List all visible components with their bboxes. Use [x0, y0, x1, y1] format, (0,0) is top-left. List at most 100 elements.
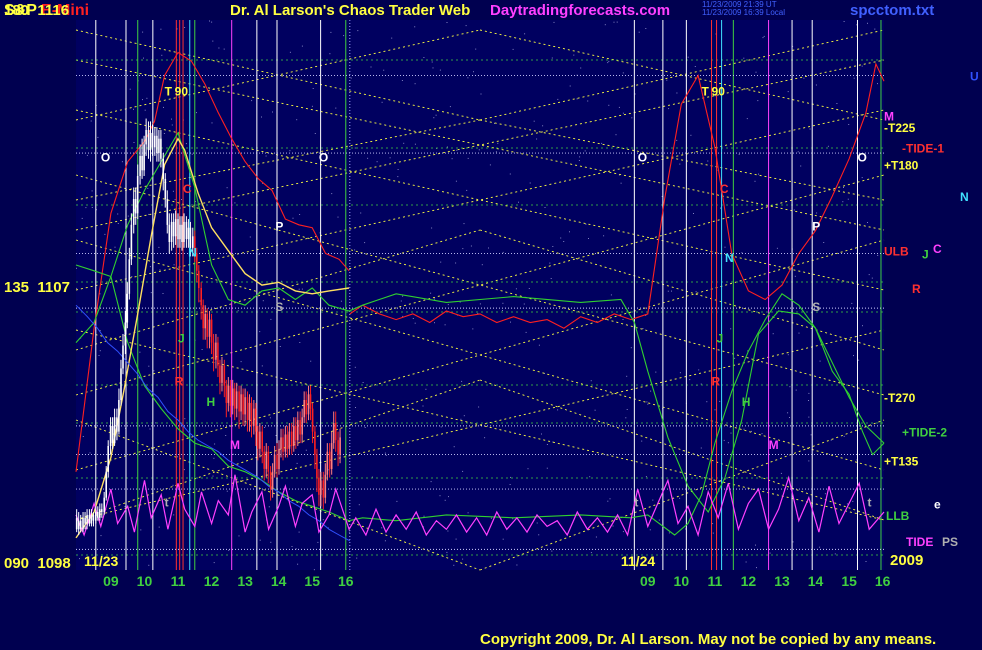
- star: [191, 153, 193, 155]
- star: [184, 418, 186, 420]
- star: [646, 401, 648, 403]
- star: [265, 155, 267, 157]
- star: [601, 142, 603, 144]
- star: [149, 428, 151, 430]
- star: [712, 523, 714, 525]
- star: [240, 361, 242, 363]
- chaos-trader-chart: OT 90CNPSJRHMtO OT 90CNPSJRHMtOt M-T225-TID…: [0, 0, 982, 650]
- price-bar: [88, 514, 91, 524]
- star: [613, 21, 615, 23]
- star: [422, 405, 424, 407]
- star: [423, 57, 425, 58]
- star: [761, 433, 763, 435]
- price-bar: [99, 509, 101, 518]
- star: [340, 300, 342, 302]
- star: [862, 325, 863, 327]
- star: [275, 435, 277, 436]
- price-bar: [164, 178, 167, 199]
- star: [510, 476, 511, 478]
- website-link[interactable]: Daytradingforecasts.com: [490, 2, 670, 19]
- star: [431, 61, 433, 63]
- price-bar: [293, 425, 295, 446]
- app-title: Dr. Al Larson's Chaos Trader Web: [230, 2, 471, 19]
- star: [431, 227, 433, 229]
- price-bar: [273, 454, 276, 472]
- star: [100, 535, 102, 537]
- star: [465, 25, 467, 27]
- price-bar: [286, 434, 289, 449]
- star: [133, 142, 135, 143]
- star: [412, 318, 414, 319]
- price-bar: [215, 342, 217, 360]
- price-bar: [139, 155, 141, 176]
- star: [451, 158, 453, 160]
- star: [510, 321, 511, 323]
- star: [618, 106, 620, 108]
- data-file-name: spcctom.txt: [850, 2, 935, 19]
- star: [518, 201, 519, 203]
- x-tick-label: 11: [707, 573, 722, 589]
- star: [462, 470, 464, 472]
- star: [440, 261, 442, 263]
- star: [590, 552, 592, 554]
- x-tick-label: 14: [808, 573, 824, 589]
- star: [475, 48, 477, 50]
- star: [803, 77, 805, 79]
- price-bar: [124, 322, 127, 346]
- star: [851, 302, 853, 304]
- star: [291, 546, 293, 547]
- chart-page: O T 90 C N P S J R H Mt O O T 90 C N P S J R H Mt Ot M -T225 -TID…: [0, 0, 982, 650]
- star: [289, 150, 291, 152]
- star: [305, 449, 307, 451]
- price-bar: [231, 388, 234, 406]
- star: [343, 35, 345, 37]
- star: [847, 198, 849, 200]
- star: [541, 433, 542, 435]
- star: [259, 331, 261, 333]
- star: [185, 143, 187, 145]
- star: [354, 366, 356, 368]
- price-bar: [174, 219, 177, 237]
- star: [371, 476, 373, 478]
- price-bar: [219, 365, 221, 383]
- star: [90, 120, 92, 122]
- star: [430, 481, 432, 483]
- star: [367, 157, 369, 159]
- price-bar: [172, 221, 175, 237]
- copyright-notice: Copyright 2009, Dr. Al Larson. May not b…: [480, 631, 937, 648]
- price-bar: [227, 385, 230, 403]
- x-tick-label: 09: [640, 573, 656, 589]
- star: [490, 517, 492, 519]
- star: [707, 160, 709, 162]
- price-bar: [246, 397, 249, 421]
- star: [789, 417, 790, 418]
- star: [650, 390, 652, 392]
- time-line-label: M: [230, 438, 240, 452]
- star: [449, 106, 451, 108]
- price-bar: [269, 471, 272, 489]
- star: [473, 71, 474, 73]
- star: [762, 37, 764, 39]
- price-bar: [288, 431, 291, 449]
- price-bar: [90, 514, 93, 524]
- star: [440, 426, 442, 428]
- star: [607, 62, 609, 64]
- star: [117, 213, 119, 215]
- star: [272, 307, 274, 309]
- star: [560, 237, 562, 239]
- star: [213, 457, 215, 459]
- star: [667, 290, 669, 292]
- time-line-label: R: [712, 375, 721, 389]
- price-bar: [330, 443, 333, 469]
- price-bar: [311, 408, 314, 432]
- star: [834, 553, 836, 555]
- star: [299, 342, 301, 343]
- star: [730, 328, 732, 330]
- star: [612, 525, 614, 527]
- star: [183, 469, 185, 471]
- star: [502, 538, 504, 540]
- price-bar: [109, 425, 112, 446]
- star: [472, 328, 474, 330]
- x-tick-label: 13: [237, 573, 253, 589]
- star: [354, 249, 356, 251]
